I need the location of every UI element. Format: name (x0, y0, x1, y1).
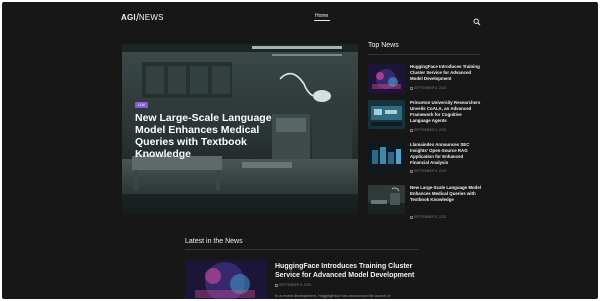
top-news-title[interactable]: Princeton University Researchers Unveils… (410, 100, 482, 124)
site-logo[interactable]: AGI NEWS (121, 12, 164, 22)
top-news-title[interactable]: HuggingFace Introduces Training Cluster … (410, 64, 482, 82)
latest-article-title[interactable]: HuggingFace Introduces Training Cluster … (275, 262, 415, 280)
app-window: AGI NEWS Home LLM New Large-Scale Langua… (2, 2, 598, 299)
nav-home-link[interactable]: Home (315, 13, 328, 19)
calendar-icon (410, 169, 413, 173)
hero-date: SEPTEMBER 8, 2023 (135, 154, 170, 158)
top-navigation-bar: AGI NEWS Home (2, 2, 598, 32)
latest-news-heading: Latest in the News (185, 238, 243, 245)
top-news-date: SEPTEMBER 8, 2023 (410, 128, 446, 132)
top-news-thumbnail (368, 100, 405, 129)
calendar-icon (410, 128, 413, 132)
top-news-item[interactable]: Llamaindex Announces SEC Insights' Open-… (368, 142, 482, 173)
top-news-title[interactable]: New Large-Scale Language Model Enhances … (410, 185, 482, 203)
logo-part-agi: AGI (121, 12, 136, 22)
latest-article-date: SEPTEMBER 8, 2023 (275, 283, 311, 287)
top-news-thumbnail (368, 142, 405, 171)
calendar-icon (275, 283, 278, 287)
top-news-date: SEPTEMBER 8, 2023 (410, 86, 446, 90)
hero-category-badge[interactable]: LLM (135, 102, 148, 108)
top-news-date: SEPTEMBER 8, 2023 (410, 215, 446, 219)
top-news-thumbnail (368, 185, 405, 214)
hero-article-card[interactable]: LLM New Large-Scale Language Model Enhan… (122, 44, 358, 214)
top-news-item[interactable]: Princeton University Researchers Unveils… (368, 100, 482, 132)
top-news-item[interactable]: New Large-Scale Language Model Enhances … (368, 185, 482, 219)
top-news-divider (368, 54, 480, 55)
top-news-title[interactable]: Llamaindex Announces SEC Insights' Open-… (410, 142, 482, 166)
latest-article-excerpt: In a recent development, HuggingFace has… (275, 294, 391, 298)
top-news-heading: Top News (368, 42, 399, 49)
hero-title[interactable]: New Large-Scale Language Model Enhances … (135, 112, 295, 160)
top-news-item[interactable]: HuggingFace Introduces Training Cluster … (368, 64, 482, 94)
latest-article-thumbnail[interactable] (185, 260, 267, 299)
calendar-icon (410, 215, 413, 219)
nav-active-underline (314, 20, 330, 21)
latest-news-divider (185, 249, 419, 250)
logo-part-news: NEWS (138, 12, 164, 22)
calendar-icon (410, 86, 413, 90)
search-icon[interactable] (473, 13, 481, 26)
top-news-date: SEPTEMBER 8, 2023 (410, 169, 446, 173)
top-news-thumbnail (368, 64, 405, 93)
